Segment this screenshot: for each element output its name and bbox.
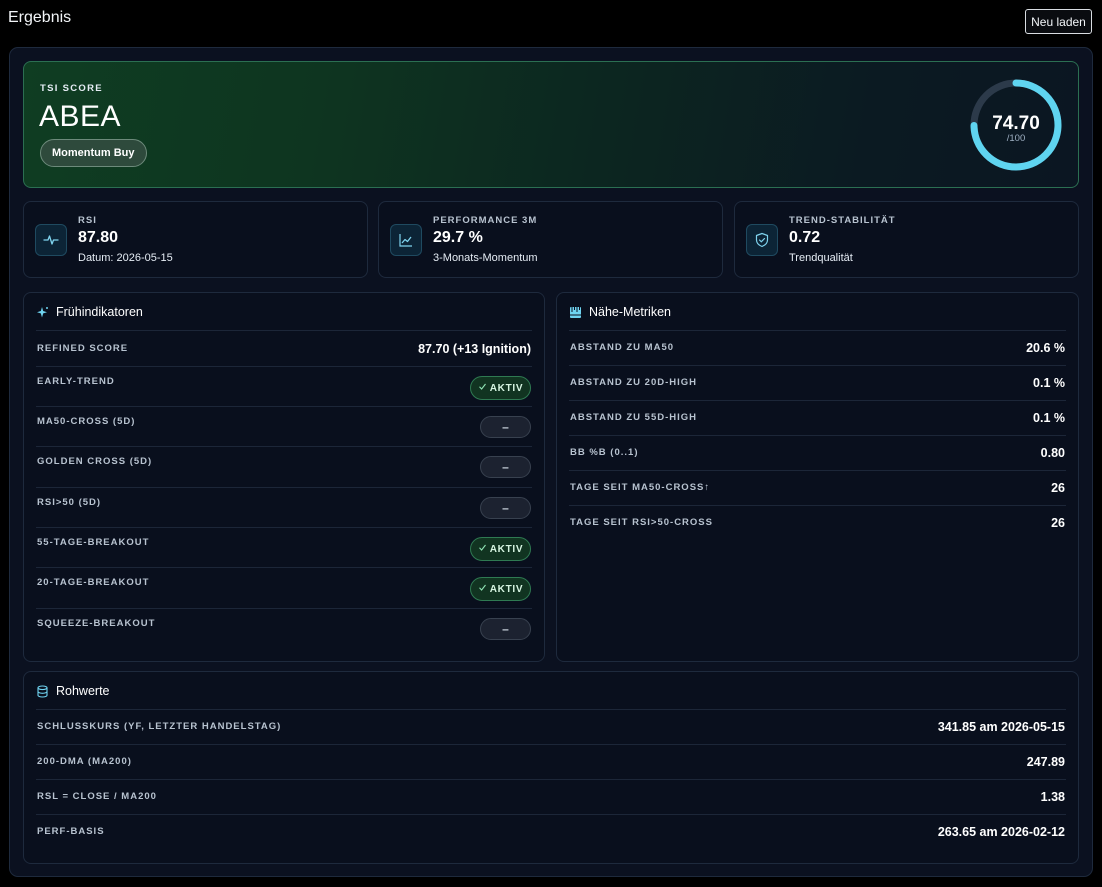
status-badge-active: AKTIV — [470, 537, 531, 561]
raw-value-row: PERF-BASIS 263.65 am 2026-02-12 — [36, 814, 1066, 849]
metric-value: 20.6 % — [1026, 341, 1065, 355]
metric-value: 0.80 — [1040, 446, 1065, 460]
metric-label: REFINED SCORE — [37, 343, 129, 354]
metric-label: BB %B (0..1) — [570, 447, 639, 458]
score-value: 74.70 — [992, 113, 1040, 134]
check-icon — [478, 583, 487, 595]
indicator-row: MA50-CROSS (5D) – — [36, 406, 532, 446]
indicator-row: RSI>50 (5D) – — [36, 487, 532, 527]
status-badge-active: AKTIV — [470, 376, 531, 400]
stat-subtext: 3-Monats-Momentum — [433, 252, 538, 264]
proximity-metrics-panel: Nähe-Metriken ABSTAND ZU MA50 20.6 % ABSTA… — [556, 292, 1079, 662]
stat-subtext: Datum: 2026-05-15 — [78, 252, 173, 264]
score-max: /100 — [1006, 133, 1026, 144]
indicator-label: EARLY-TREND — [37, 376, 115, 387]
status-badge-inactive: – — [480, 618, 531, 640]
check-icon — [478, 543, 487, 555]
raw-value-row: SCHLUSSKURS (YF, LETZTER HANDELSTAG) 341.… — [36, 709, 1066, 744]
tsi-score-card: TSI SCORE ABEA Momentum Buy 74.70 /100 — [23, 61, 1079, 188]
metric-label: RSL = CLOSE / MA200 — [37, 791, 157, 802]
metric-label: 200-DMA (MA200) — [37, 756, 132, 767]
metric-value: 263.65 am 2026-02-12 — [937, 825, 1065, 839]
metric-row: ABSTAND ZU 55D-HIGH 0.1 % — [569, 400, 1066, 435]
stat-label: PERFORMANCE 3M — [433, 215, 538, 226]
pulse-icon — [35, 224, 67, 256]
metric-label: TAGE SEIT RSI>50-CROSS — [570, 517, 713, 528]
metric-row: ABSTAND ZU 20D-HIGH 0.1 % — [569, 365, 1066, 400]
ticker-symbol: ABEA — [39, 100, 122, 133]
check-icon — [478, 382, 487, 394]
result-container: TSI SCORE ABEA Momentum Buy 74.70 /100 R… — [9, 47, 1093, 877]
shield-check-icon — [746, 224, 778, 256]
stat-card-performance: PERFORMANCE 3M 29.7 % 3-Monats-Momentum — [378, 201, 723, 278]
reload-button[interactable]: Neu laden — [1025, 9, 1092, 34]
early-indicators-panel: Frühindikatoren REFINED SCORE 87.70 (+13… — [23, 292, 545, 662]
metric-label: SCHLUSSKURS (YF, LETZTER HANDELSTAG) — [37, 721, 282, 732]
metric-label: TAGE SEIT MA50-CROSS↑ — [570, 482, 711, 493]
ruler-icon — [569, 306, 582, 319]
metric-label: ABSTAND ZU 55D-HIGH — [570, 412, 698, 423]
status-badge-inactive: – — [480, 416, 531, 438]
top-bar: Ergebnis Neu laden — [0, 0, 1102, 44]
raw-values-panel: Rohwerte SCHLUSSKURS (YF, LETZTER HANDEL… — [23, 671, 1079, 864]
signal-badge: Momentum Buy — [40, 139, 147, 167]
metric-label: PERF-BASIS — [37, 826, 105, 837]
indicator-label: 55-TAGE-BREAKOUT — [37, 537, 150, 548]
stat-subtext: Trendqualität — [789, 252, 853, 264]
indicator-label: RSI>50 (5D) — [37, 497, 102, 508]
panel-title: Frühindikatoren — [56, 305, 143, 319]
panel-title: Rohwerte — [56, 684, 110, 698]
stat-value: 0.72 — [789, 229, 821, 246]
stat-card-trend-stability: TREND-STABILITÄT 0.72 Trendqualität — [734, 201, 1079, 278]
metric-value: 0.1 % — [1033, 411, 1065, 425]
metric-row: ABSTAND ZU MA50 20.6 % — [569, 330, 1066, 365]
indicator-row: EARLY-TREND AKTIV — [36, 366, 532, 406]
indicator-label: MA50-CROSS (5D) — [37, 416, 136, 427]
stat-label: TREND-STABILITÄT — [789, 215, 896, 226]
stat-card-rsi: RSI 87.80 Datum: 2026-05-15 — [23, 201, 368, 278]
database-icon — [36, 684, 49, 698]
raw-value-row: 200-DMA (MA200) 247.89 — [36, 744, 1066, 779]
panel-header: Rohwerte — [36, 684, 110, 698]
metric-value: 26 — [1051, 516, 1065, 530]
score-gauge: 74.70 /100 — [968, 77, 1064, 173]
stat-value: 87.80 — [78, 229, 119, 246]
metric-value: 26 — [1051, 481, 1065, 495]
metric-row: BB %B (0..1) 0.80 — [569, 435, 1066, 470]
stat-label: RSI — [78, 215, 97, 226]
metric-row: TAGE SEIT RSI>50-CROSS 26 — [569, 505, 1066, 540]
status-badge-inactive: – — [480, 456, 531, 478]
status-badge-active: AKTIV — [470, 577, 531, 601]
metric-value: 341.85 am 2026-05-15 — [937, 720, 1065, 734]
indicator-row: SQUEEZE-BREAKOUT – — [36, 608, 532, 648]
sparkle-icon — [36, 306, 49, 319]
score-label: TSI SCORE — [40, 83, 103, 94]
trend-up-icon — [390, 224, 422, 256]
metric-value: 87.70 (+13 Ignition) — [418, 342, 531, 356]
indicator-label: 20-TAGE-BREAKOUT — [37, 577, 150, 588]
panel-header: Nähe-Metriken — [569, 305, 671, 319]
raw-value-row: RSL = CLOSE / MA200 1.38 — [36, 779, 1066, 814]
indicator-row: 20-TAGE-BREAKOUT AKTIV — [36, 567, 532, 607]
status-badge-label: AKTIV — [489, 543, 524, 555]
metric-value: 0.1 % — [1033, 376, 1065, 390]
metric-label: ABSTAND ZU 20D-HIGH — [570, 377, 698, 388]
indicator-label: SQUEEZE-BREAKOUT — [37, 618, 156, 629]
metric-value: 247.89 — [1026, 755, 1065, 769]
status-badge-inactive: – — [480, 497, 531, 519]
metric-row: TAGE SEIT MA50-CROSS↑ 26 — [569, 470, 1066, 505]
panel-header: Frühindikatoren — [36, 305, 143, 319]
indicator-label: GOLDEN CROSS (5D) — [37, 456, 153, 467]
metric-label: ABSTAND ZU MA50 — [570, 342, 675, 353]
metric-value: 1.38 — [1040, 790, 1065, 804]
refined-score-row: REFINED SCORE 87.70 (+13 Ignition) — [36, 330, 532, 366]
panel-title: Nähe-Metriken — [589, 305, 671, 319]
status-badge-label: AKTIV — [489, 583, 524, 595]
page-title: Ergebnis — [8, 9, 72, 26]
status-badge-label: AKTIV — [489, 382, 524, 394]
indicator-row: 55-TAGE-BREAKOUT AKTIV — [36, 527, 532, 567]
indicator-row: GOLDEN CROSS (5D) – — [36, 446, 532, 486]
stat-value: 29.7 % — [433, 229, 483, 246]
